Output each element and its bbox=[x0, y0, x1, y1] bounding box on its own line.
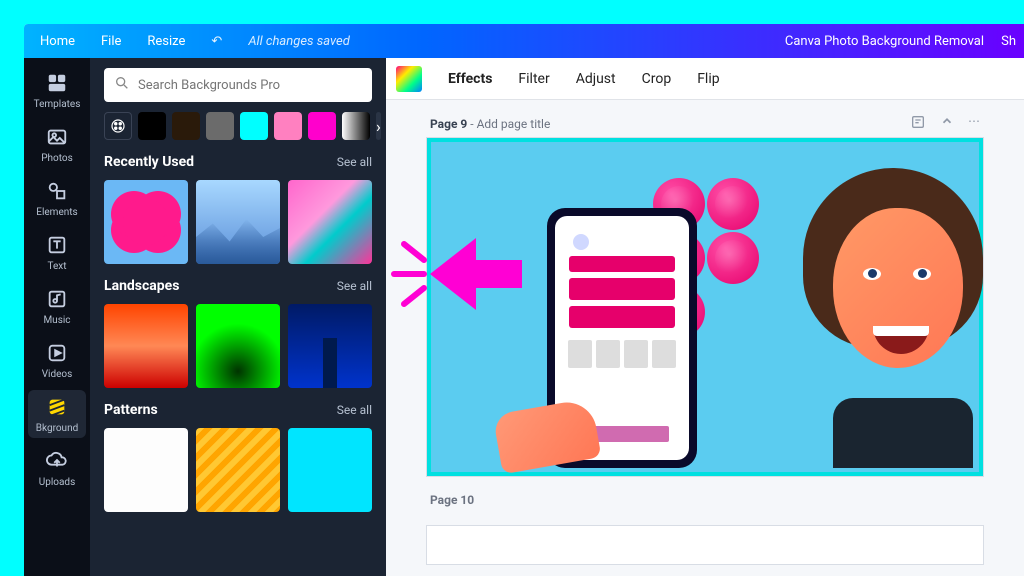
patterns-thumbs bbox=[104, 428, 372, 512]
sidebar-item-templates[interactable]: Templates bbox=[28, 66, 86, 114]
uploads-icon bbox=[45, 449, 69, 473]
search-field[interactable] bbox=[104, 68, 372, 102]
toolbar-effects[interactable]: Effects bbox=[448, 71, 492, 87]
sidebar-nav: Templates Photos Elements Text Music Vid… bbox=[24, 58, 90, 576]
page-label-row: Page 9 - Add page title ⋯ bbox=[426, 114, 984, 133]
toolbar-filter[interactable]: Filter bbox=[518, 71, 549, 87]
color-picker-button[interactable] bbox=[104, 112, 132, 140]
sidebar-item-label: Uploads bbox=[39, 477, 75, 488]
backgrounds-panel: › Recently Used See all Landscapes See a… bbox=[90, 58, 386, 576]
sidebar-item-label: Videos bbox=[42, 369, 73, 380]
image-toolbar: Effects Filter Adjust Crop Flip bbox=[386, 58, 1024, 100]
page-number-label: Page 9 bbox=[430, 117, 467, 131]
thumb-pink-texture[interactable] bbox=[288, 180, 372, 264]
swatch-gradient[interactable] bbox=[342, 112, 370, 140]
section-title: Patterns bbox=[104, 402, 158, 418]
toolbar-adjust[interactable]: Adjust bbox=[576, 71, 616, 87]
thumb-pink-berries[interactable] bbox=[104, 180, 188, 264]
save-status: All changes saved bbox=[248, 34, 349, 49]
swatch-cyan[interactable] bbox=[240, 112, 268, 140]
page-more-icon[interactable]: ⋯ bbox=[968, 114, 980, 133]
page-sep: - bbox=[467, 117, 476, 131]
main-area: Templates Photos Elements Text Music Vid… bbox=[24, 58, 1024, 576]
photos-icon bbox=[45, 125, 69, 149]
swatch-black[interactable] bbox=[138, 112, 166, 140]
section-landscapes-header: Landscapes See all bbox=[104, 278, 372, 294]
share-button[interactable]: Sh bbox=[1001, 34, 1016, 49]
thumb-orange-dunes[interactable] bbox=[104, 304, 188, 388]
see-all-landscapes[interactable]: See all bbox=[337, 279, 372, 293]
search-icon bbox=[114, 75, 130, 95]
see-all-recent[interactable]: See all bbox=[337, 155, 372, 169]
app-window: Home File Resize ↶ All changes saved Can… bbox=[24, 24, 1024, 576]
page-title-placeholder[interactable]: Add page title bbox=[477, 117, 551, 131]
sidebar-item-label: Bkground bbox=[36, 423, 79, 434]
canvas-image[interactable] bbox=[427, 138, 983, 476]
sidebar-item-elements[interactable]: Elements bbox=[28, 174, 86, 222]
thumb-blue-mountains[interactable] bbox=[196, 180, 280, 264]
swatch-dark-brown[interactable] bbox=[172, 112, 200, 140]
sidebar-item-label: Templates bbox=[34, 99, 81, 110]
page-10-label: Page 10 bbox=[430, 493, 984, 507]
canvas-page-10[interactable] bbox=[426, 525, 984, 565]
undo-icon[interactable]: ↶ bbox=[211, 34, 222, 49]
text-icon bbox=[45, 233, 69, 257]
thumb-white-pattern[interactable] bbox=[104, 428, 188, 512]
recent-thumbs bbox=[104, 180, 372, 264]
document-title[interactable]: Canva Photo Background Removal bbox=[785, 34, 984, 49]
color-swatch-row: › bbox=[104, 112, 372, 140]
toolbar-crop[interactable]: Crop bbox=[642, 71, 672, 87]
landscapes-thumbs bbox=[104, 304, 372, 388]
canvas-area: Effects Filter Adjust Crop Flip Page 9 -… bbox=[386, 58, 1024, 576]
sidebar-item-label: Elements bbox=[36, 207, 77, 218]
sidebar-item-label: Music bbox=[43, 315, 70, 326]
swatches-next-button[interactable]: › bbox=[376, 112, 381, 140]
menu-resize[interactable]: Resize bbox=[147, 34, 185, 49]
swatch-magenta[interactable] bbox=[308, 112, 336, 140]
sidebar-item-uploads[interactable]: Uploads bbox=[28, 444, 86, 492]
sidebar-item-videos[interactable]: Videos bbox=[28, 336, 86, 384]
sidebar-item-background[interactable]: Bkground bbox=[28, 390, 86, 438]
app-icon bbox=[396, 66, 422, 92]
thumb-green-hills[interactable] bbox=[196, 304, 280, 388]
section-title: Landscapes bbox=[104, 278, 179, 294]
section-title: Recently Used bbox=[104, 154, 194, 170]
sidebar-item-music[interactable]: Music bbox=[28, 282, 86, 330]
collapse-page-icon[interactable] bbox=[940, 114, 954, 133]
swatch-pink[interactable] bbox=[274, 112, 302, 140]
canvas-page-9[interactable] bbox=[426, 137, 984, 477]
notes-icon[interactable] bbox=[910, 114, 926, 133]
background-icon bbox=[45, 395, 69, 419]
search-input[interactable] bbox=[138, 78, 362, 93]
thumb-blue-cactus[interactable] bbox=[288, 304, 372, 388]
top-menu-bar: Home File Resize ↶ All changes saved Can… bbox=[24, 24, 1024, 58]
sidebar-item-label: Photos bbox=[41, 153, 73, 164]
music-icon bbox=[45, 287, 69, 311]
panel-collapse-button[interactable]: ‹ bbox=[384, 308, 386, 356]
elements-icon bbox=[45, 179, 69, 203]
swatch-grey[interactable] bbox=[206, 112, 234, 140]
section-patterns-header: Patterns See all bbox=[104, 402, 372, 418]
sidebar-item-text[interactable]: Text bbox=[28, 228, 86, 276]
menu-home[interactable]: Home bbox=[40, 34, 75, 49]
sidebar-item-label: Text bbox=[47, 261, 66, 272]
section-recently-used-header: Recently Used See all bbox=[104, 154, 372, 170]
person-portrait bbox=[783, 168, 984, 468]
see-all-patterns[interactable]: See all bbox=[337, 403, 372, 417]
menu-file[interactable]: File bbox=[101, 34, 121, 49]
sidebar-item-photos[interactable]: Photos bbox=[28, 120, 86, 168]
thumb-cyan-pattern[interactable] bbox=[288, 428, 372, 512]
canvas-scroll[interactable]: Page 9 - Add page title ⋯ bbox=[386, 100, 1024, 576]
toolbar-flip[interactable]: Flip bbox=[697, 71, 719, 87]
videos-icon bbox=[45, 341, 69, 365]
thumb-yellow-pattern[interactable] bbox=[196, 428, 280, 512]
templates-icon bbox=[45, 71, 69, 95]
